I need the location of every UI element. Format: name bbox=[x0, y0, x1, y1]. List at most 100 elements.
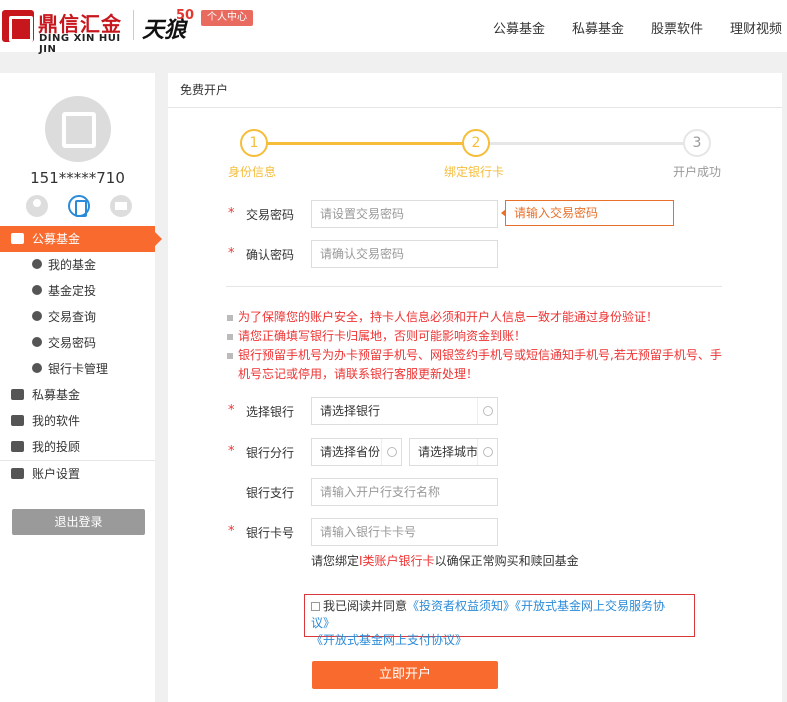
step-2-label: 绑定银行卡 bbox=[444, 165, 505, 179]
province-select-value: 请选择省份 bbox=[320, 445, 381, 459]
logo-divider bbox=[133, 10, 134, 40]
card-tip-highlight: I类账户银行卡 bbox=[359, 554, 435, 568]
key-icon bbox=[32, 337, 42, 347]
notice-list: 为了保障您的账户安全，持卡人信息必须和开户人信息一致才能通过身份验证！ 请您正确… bbox=[226, 308, 726, 384]
pie-icon bbox=[11, 441, 24, 452]
city-select[interactable]: 请选择城市 bbox=[409, 438, 498, 466]
step-line-pending bbox=[476, 142, 698, 145]
breadcrumb: 免费开户 bbox=[168, 73, 782, 108]
mobile-icon[interactable] bbox=[68, 195, 90, 217]
confirm-password-input[interactable]: 请确认交易密码 bbox=[311, 240, 498, 268]
money-icon bbox=[11, 389, 24, 400]
nav-finance-video[interactable]: 理财视频 bbox=[730, 18, 782, 37]
nav-private-fund[interactable]: 私募基金 bbox=[572, 18, 624, 37]
confirm-password-label: 确认密码 bbox=[246, 248, 295, 262]
sidebar-item-public-fund[interactable]: 公募基金 bbox=[0, 226, 162, 252]
step-1-circle: 1 bbox=[240, 129, 268, 157]
select-dropdown-icon bbox=[477, 439, 497, 465]
notice-item: 为了保障您的账户安全，持卡人信息必须和开户人信息一致才能通过身份验证！ bbox=[226, 308, 726, 327]
payment-agreement-link[interactable]: 《开放式基金网上支付协议》 bbox=[311, 633, 467, 647]
city-select-value: 请选择城市 bbox=[418, 445, 479, 459]
subbranch-label: 银行支行 bbox=[246, 486, 295, 500]
sidebar-item-private-fund[interactable]: 私募基金 bbox=[0, 382, 155, 408]
id-card-icon bbox=[11, 468, 24, 479]
investor-rights-link[interactable]: 《投资者权益须知》 bbox=[407, 599, 515, 613]
step-2-circle: 2 bbox=[462, 129, 490, 157]
mail-icon[interactable] bbox=[110, 195, 132, 217]
required-mark: * bbox=[228, 403, 235, 418]
card-tip: 请您绑定I类账户银行卡以确保正常购买和赎回基金 bbox=[311, 552, 579, 569]
sidebar-item-trade-password[interactable]: 交易密码 bbox=[0, 330, 155, 356]
sidebar-item-account-settings[interactable]: 账户设置 bbox=[0, 460, 155, 486]
sidebar-item-bank-card[interactable]: 银行卡管理 bbox=[0, 356, 155, 382]
select-dropdown-icon bbox=[477, 398, 497, 424]
progress-steps: 1 2 3 身份信息 绑定银行卡 开户成功 bbox=[168, 128, 782, 188]
avatar[interactable] bbox=[45, 96, 111, 162]
main-panel: 免费开户 1 2 3 身份信息 绑定银行卡 开户成功 * 交易密码 请设置交易密… bbox=[168, 73, 782, 702]
bank-select[interactable]: 请选择银行 bbox=[311, 397, 498, 425]
tianlang-badge: 50 bbox=[176, 8, 195, 23]
chart-icon bbox=[11, 415, 24, 426]
sidebar-item-label: 交易密码 bbox=[48, 336, 97, 350]
required-mark: * bbox=[228, 444, 235, 459]
user-circle-icon bbox=[32, 259, 42, 269]
top-header: 鼎信汇金 DING XIN HUI JIN 天狼 50 个人中心 公募基金 私募… bbox=[0, 0, 787, 55]
required-mark: * bbox=[228, 206, 235, 221]
subbranch-input[interactable]: 请输入开户行支行名称 bbox=[311, 478, 498, 506]
notice-item: 银行预留手机号为办卡预留手机号、网银签约手机号或短信通知手机号,若无预留手机号、… bbox=[226, 346, 726, 384]
logo-text-en: DING XIN HUI JIN bbox=[39, 33, 121, 55]
agreement-box: 我已阅读并同意《投资者权益须知》《开放式基金网上交易服务协议》 《开放式基金网上支… bbox=[304, 594, 695, 647]
sidebar-item-label: 公募基金 bbox=[32, 232, 81, 246]
required-mark: * bbox=[228, 524, 235, 539]
card-number-input[interactable]: 请输入银行卡卡号 bbox=[311, 518, 498, 546]
step-1-label: 身份信息 bbox=[228, 165, 277, 179]
sidebar-item-label: 基金定投 bbox=[48, 284, 97, 298]
agree-checkbox[interactable] bbox=[311, 602, 320, 611]
card-tip-prefix: 请您绑定 bbox=[311, 554, 360, 568]
nav-public-fund[interactable]: 公募基金 bbox=[493, 18, 545, 37]
step-line-done bbox=[254, 142, 476, 145]
sidebar-menu: 公募基金 我的基金 基金定投 交易查询 交易密码 银行卡管理 私募基金 我的软件… bbox=[0, 226, 162, 486]
bank-select-value: 请选择银行 bbox=[320, 404, 381, 418]
dingxin-logo[interactable]: 鼎信汇金 DING XIN HUI JIN bbox=[2, 6, 126, 55]
sidebar-item-trade-query[interactable]: 交易查询 bbox=[0, 304, 155, 330]
sidebar-item-label: 交易查询 bbox=[48, 310, 97, 324]
search-doc-icon bbox=[32, 311, 42, 321]
wallet-icon bbox=[11, 233, 24, 244]
sidebar-item-label: 我的软件 bbox=[32, 414, 81, 428]
sidebar-item-label: 我的基金 bbox=[48, 258, 97, 272]
trade-password-error: 请输入交易密码 bbox=[501, 200, 674, 226]
select-dropdown-icon bbox=[381, 439, 401, 465]
trade-password-label: 交易密码 bbox=[246, 208, 295, 222]
bank-label: 选择银行 bbox=[246, 405, 295, 419]
sidebar-item-label: 私募基金 bbox=[32, 388, 81, 402]
sidebar-item-fund-plan[interactable]: 基金定投 bbox=[0, 278, 155, 304]
required-mark: * bbox=[228, 246, 235, 261]
sidebar-item-label: 银行卡管理 bbox=[48, 362, 109, 376]
notice-item: 请您正确填写银行卡归属地，否则可能影响资金到账！ bbox=[226, 327, 726, 346]
branch-label: 银行分行 bbox=[246, 446, 295, 460]
sidebar-item-label: 账户设置 bbox=[32, 467, 81, 481]
province-select[interactable]: 请选择省份 bbox=[311, 438, 402, 466]
export-icon bbox=[32, 285, 42, 295]
trade-password-input[interactable]: 请设置交易密码 bbox=[311, 200, 498, 228]
user-phone: 151*****710 bbox=[30, 169, 125, 187]
user-center-badge[interactable]: 个人中心 bbox=[201, 10, 253, 26]
logo-mark-icon bbox=[2, 10, 34, 42]
step-3-circle: 3 bbox=[683, 129, 711, 157]
person-icon[interactable] bbox=[26, 195, 48, 217]
sidebar-item-my-fund[interactable]: 我的基金 bbox=[0, 252, 155, 278]
nav-stock-software[interactable]: 股票软件 bbox=[651, 18, 703, 37]
sidebar-item-my-software[interactable]: 我的软件 bbox=[0, 408, 155, 434]
agree-text: 我已阅读并同意 bbox=[323, 599, 408, 613]
sidebar-item-label: 我的投顾 bbox=[32, 440, 81, 454]
step-3-label: 开户成功 bbox=[673, 165, 722, 179]
sidebar-item-my-advisor[interactable]: 我的投顾 bbox=[0, 434, 155, 460]
card-number-label: 银行卡号 bbox=[246, 526, 295, 540]
logout-button[interactable]: 退出登录 bbox=[12, 509, 145, 535]
card-icon bbox=[32, 363, 42, 373]
top-nav: 公募基金 私募基金 股票软件 理财视频 bbox=[493, 18, 782, 37]
verify-icons bbox=[26, 195, 132, 217]
open-account-button[interactable]: 立即开户 bbox=[312, 661, 498, 689]
form-divider bbox=[226, 286, 722, 287]
